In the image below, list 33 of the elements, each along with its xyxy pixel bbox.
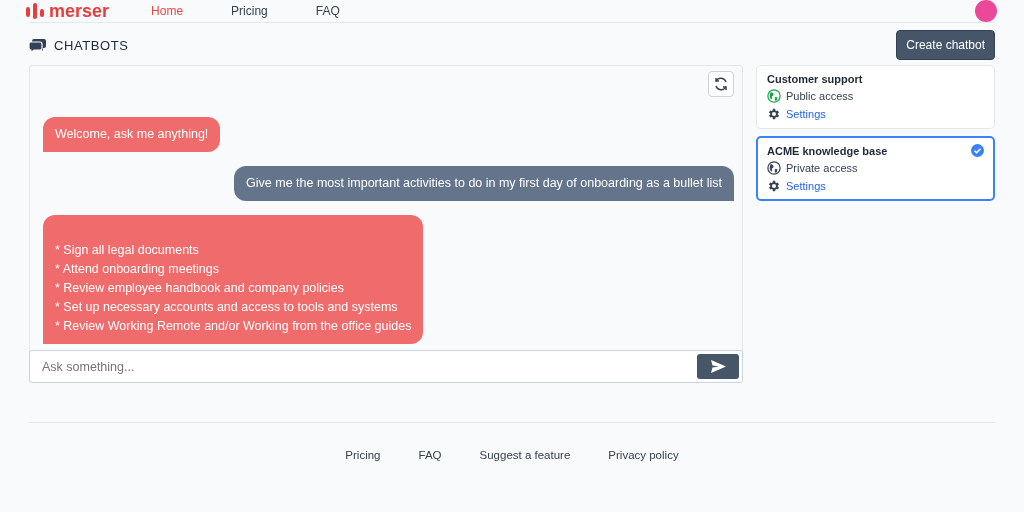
refresh-icon — [713, 76, 729, 92]
bot-message: * Sign all legal documents * Attend onboarding meetings * Review employee handbook and company policies * Set up necessary accounts and access to tools and systems * Review Working Remote and/or Working from the office guides — [43, 215, 424, 344]
check-icon — [971, 144, 984, 157]
chat-bubbles-icon — [29, 37, 46, 53]
logo-text: merser — [49, 2, 110, 20]
chatbot-name: Customer support — [767, 73, 863, 85]
settings-icon — [767, 179, 781, 193]
avatar[interactable] — [975, 0, 997, 22]
chatbot-card[interactable]: Customer support Public access Settings — [756, 65, 995, 129]
create-chatbot-button[interactable]: Create chatbot — [896, 30, 995, 60]
access-label: Private access — [786, 162, 858, 174]
send-icon — [710, 360, 726, 373]
footer-link[interactable]: Privacy policy — [608, 449, 679, 461]
bot-message: Welcome, ask me anything! — [43, 117, 221, 152]
send-button[interactable] — [697, 354, 739, 379]
chatbot-name: ACME knowledge base — [767, 144, 888, 157]
settings-link[interactable]: Settings — [786, 180, 826, 192]
footer-link[interactable]: Suggest a feature — [479, 449, 571, 461]
message-input-field[interactable]: Ask something... — [29, 350, 743, 383]
refresh-button[interactable] — [708, 71, 734, 97]
logo[interactable]: merser — [25, 2, 110, 20]
access-label: Public access — [786, 90, 854, 102]
settings-icon — [767, 107, 781, 121]
nav-link[interactable]: Pricing — [225, 4, 274, 18]
footer-link[interactable]: FAQ — [418, 449, 442, 461]
nav-link[interactable]: FAQ — [309, 4, 346, 18]
user-message: Give me the most important activities to do in my first day of onboarding as a bullet list — [234, 166, 734, 201]
nav-link[interactable]: Home — [145, 4, 190, 18]
chatbot-card[interactable]: ACME knowledge base Private access Settings — [756, 136, 995, 201]
logo-icon — [25, 3, 45, 19]
settings-link[interactable]: Settings — [786, 108, 826, 120]
footer-link[interactable]: Pricing — [345, 449, 381, 461]
page-title: CHATBOTS — [54, 37, 129, 53]
